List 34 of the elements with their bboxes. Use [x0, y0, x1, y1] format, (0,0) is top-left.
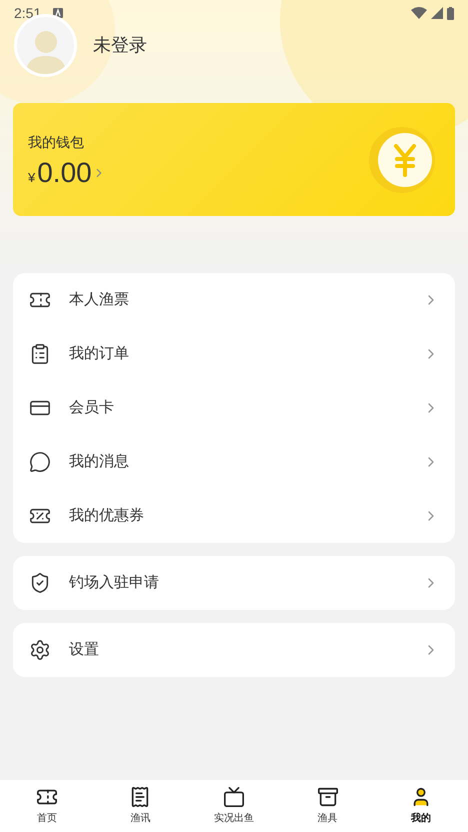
menu-label: 我的优惠券 [69, 506, 145, 526]
menu-label: 我的订单 [69, 344, 130, 364]
settings-icon [29, 639, 51, 661]
menu-label: 我的消息 [69, 452, 130, 472]
nav-tab[interactable]: 实况出鱼 [187, 786, 281, 826]
clipboard-icon [29, 343, 51, 365]
nav-tab[interactable]: 渔具 [280, 786, 374, 826]
menu-item[interactable]: 我的订单 [13, 327, 455, 381]
battery-icon [447, 6, 454, 20]
nav-tab[interactable]: 渔讯 [94, 786, 188, 826]
menu-item[interactable]: 我的优惠券 [13, 489, 455, 543]
wallet-card[interactable]: 我的钱包 ¥0.00 [13, 103, 455, 216]
currency-symbol: ¥ [28, 168, 36, 187]
menu-label: 设置 [69, 640, 100, 660]
wifi-icon [411, 7, 427, 19]
menu-item[interactable]: 我的消息 [13, 435, 455, 489]
menu-item[interactable]: 钓场入驻申请 [13, 556, 455, 610]
menu-item[interactable]: 会员卡 [13, 381, 455, 435]
wallet-balance: 0.00 [37, 158, 92, 187]
menu-label: 钓场入驻申请 [69, 572, 160, 593]
menu-item[interactable]: 本人渔票 [13, 273, 455, 327]
nav-tab[interactable]: 首页 [0, 786, 94, 826]
box-icon [316, 786, 339, 808]
menu-item[interactable]: 设置 [13, 623, 455, 677]
coin-icon [369, 126, 435, 192]
menu-label: 本人渔票 [69, 290, 130, 310]
wallet-title: 我的钱包 [28, 132, 85, 152]
shield-icon [29, 572, 51, 594]
tv-icon [222, 786, 245, 808]
chat-bubble-icon [29, 451, 51, 473]
signal-icon [431, 7, 443, 19]
login-status[interactable]: 未登录 [93, 32, 147, 59]
nav-tab[interactable]: 我的 [374, 786, 468, 826]
menu-label: 会员卡 [69, 398, 115, 418]
